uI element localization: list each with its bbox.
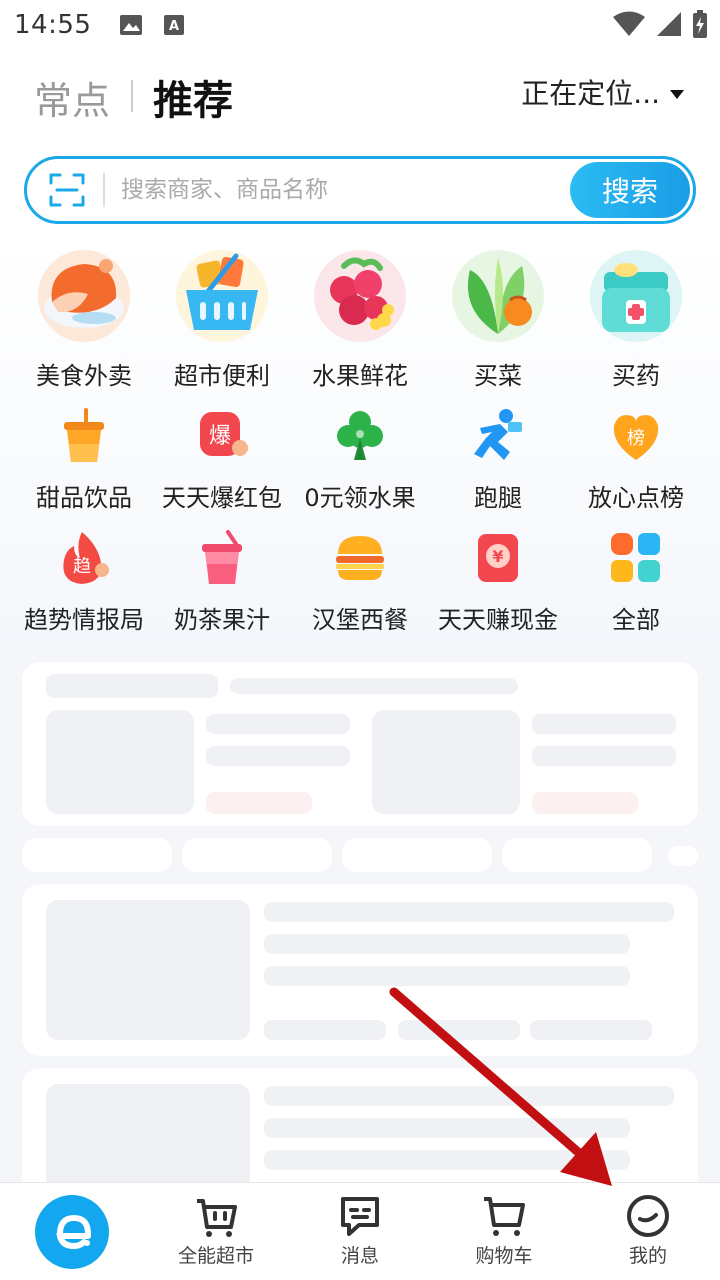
category-earn-cash[interactable]: ¥ 天天赚现金 (429, 522, 567, 635)
category-label: 全部 (612, 606, 660, 634)
supermarket-cart-icon (197, 1199, 237, 1237)
image-icon (120, 15, 143, 35)
all-grid-icon (608, 530, 664, 586)
fruit-flower-icon (314, 250, 406, 342)
category-label: 水果鲜花 (312, 362, 408, 390)
nav-label: 消息 (340, 1245, 379, 1267)
category-label: 买药 (612, 362, 660, 390)
tab-divider (131, 80, 133, 112)
red-packet-badge: 爆 (209, 424, 231, 449)
category-grid: 美食外卖 超市便利 水果鲜花 买菜 买药 甜品饮品 爆 天天爆红包 0元领水果 … (0, 240, 720, 642)
cash-envelope-icon: ¥ (470, 530, 526, 586)
category-label: 甜品饮品 (36, 484, 132, 512)
bottom-nav: 全能超市 消息 购物车 我的 (0, 1182, 720, 1280)
category-label: 天天赚现金 (438, 606, 558, 634)
loading-skeleton (0, 642, 720, 1182)
search-separator (103, 173, 105, 207)
category-label: 跑腿 (474, 484, 522, 512)
category-burger[interactable]: 汉堡西餐 (291, 522, 429, 635)
location-selector[interactable]: 正在定位... (521, 72, 684, 112)
header: 常点 推荐 正在定位... (0, 50, 720, 140)
wifi-icon (613, 11, 645, 36)
food-delivery-icon (38, 250, 130, 342)
category-red-packet[interactable]: 爆 天天爆红包 (153, 400, 291, 513)
category-label: 天天爆红包 (162, 484, 282, 512)
category-drinks[interactable]: 甜品饮品 (15, 400, 153, 513)
nav-cart[interactable]: 购物车 (432, 1183, 576, 1280)
burger-icon (332, 530, 388, 586)
skeleton-card (22, 884, 698, 1056)
nav-home[interactable] (0, 1183, 144, 1280)
nav-label: 购物车 (475, 1245, 533, 1267)
location-label: 正在定位... (521, 77, 660, 110)
profile-smile-icon (627, 1195, 669, 1237)
category-ranking[interactable]: 榜 放心点榜 (567, 400, 705, 513)
eleme-home-icon (35, 1195, 109, 1269)
category-supermarket[interactable]: 超市便利 (153, 240, 291, 391)
category-label: 超市便利 (174, 362, 270, 390)
milk-tea-icon (194, 530, 250, 586)
text-a-icon: A (164, 15, 185, 35)
svg-text:A: A (169, 19, 179, 34)
message-icon (341, 1197, 379, 1236)
ranking-heart-icon: 榜 (608, 408, 664, 464)
nav-profile[interactable]: 我的 (576, 1183, 720, 1280)
trend-badge: 趋 (73, 556, 91, 577)
skeleton-card (22, 1068, 698, 1182)
category-label: 0元领水果 (304, 484, 416, 512)
signal-icon (657, 12, 681, 36)
category-label: 趋势情报局 (24, 606, 144, 634)
tab-recommend[interactable]: 推荐 (153, 68, 233, 126)
cart-icon (484, 1197, 525, 1236)
category-fruit-flower[interactable]: 水果鲜花 (291, 240, 429, 391)
category-milk-tea[interactable]: 奶茶果汁 (153, 522, 291, 635)
category-label: 买菜 (474, 362, 522, 390)
tree-icon (332, 408, 388, 464)
nav-label: 全能超市 (177, 1245, 254, 1267)
runner-icon (470, 408, 526, 464)
skeleton-card (22, 662, 698, 826)
medicine-box-icon (590, 250, 682, 342)
search-bar: 搜索商家、商品名称 搜索 (24, 156, 696, 224)
supermarket-basket-icon (176, 250, 268, 342)
nav-label: 我的 (628, 1245, 667, 1267)
status-time: 14:55 (14, 10, 92, 40)
category-label: 美食外卖 (36, 362, 132, 390)
category-food-delivery[interactable]: 美食外卖 (15, 240, 153, 391)
cash-badge: ¥ (492, 547, 503, 566)
nav-supermarket[interactable]: 全能超市 (144, 1183, 288, 1280)
category-label: 汉堡西餐 (312, 606, 408, 634)
category-medicine[interactable]: 买药 (567, 240, 705, 391)
ranking-badge: 榜 (627, 428, 645, 449)
search-button[interactable]: 搜索 (570, 162, 690, 218)
category-free-fruit[interactable]: 0元领水果 (291, 400, 429, 513)
drink-cup-icon (56, 408, 112, 464)
scan-icon[interactable] (49, 173, 85, 207)
category-vegetables[interactable]: 买菜 (429, 240, 567, 391)
category-label: 放心点榜 (588, 484, 684, 512)
status-bar: 14:55 A (0, 0, 720, 50)
red-packet-icon: 爆 (194, 408, 250, 464)
caret-down-icon (670, 89, 684, 99)
battery-icon (693, 10, 707, 38)
nav-messages[interactable]: 消息 (288, 1183, 432, 1280)
tab-frequent[interactable]: 常点 (34, 70, 110, 125)
category-label: 奶茶果汁 (174, 606, 270, 634)
category-trend[interactable]: 趋 趋势情报局 (15, 522, 153, 635)
vegetable-icon (452, 250, 544, 342)
trend-flame-icon: 趋 (56, 530, 112, 586)
category-errand[interactable]: 跑腿 (429, 400, 567, 513)
category-all[interactable]: 全部 (567, 522, 705, 635)
search-input[interactable]: 搜索商家、商品名称 (121, 159, 328, 221)
